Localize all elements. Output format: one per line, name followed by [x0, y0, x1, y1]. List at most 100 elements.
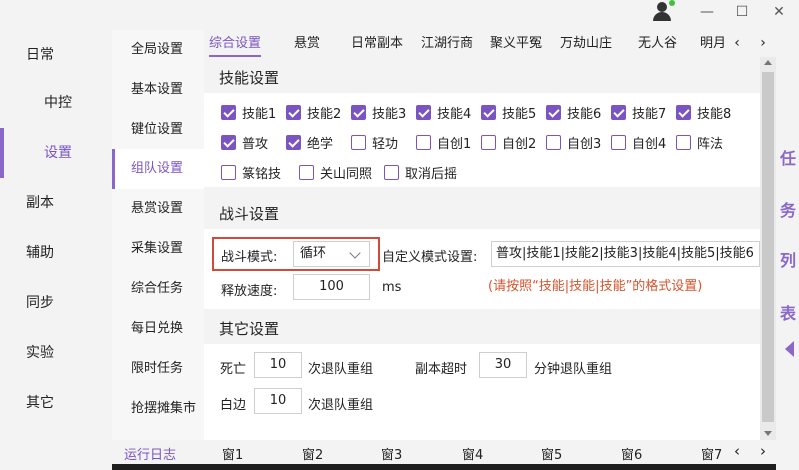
tab-window-7[interactable]: 窗7 — [701, 444, 722, 463]
combat-mode-select[interactable]: 循环 — [293, 241, 370, 267]
skill-checkbox[interactable]: 自创2 — [481, 132, 536, 152]
tab-daily-dungeon[interactable]: 日常副本 — [351, 30, 403, 57]
speed-input[interactable]: 100 — [293, 274, 370, 300]
task-list-toggle[interactable]: 任 务 列 表 — [776, 57, 799, 470]
expand-left-icon[interactable] — [785, 341, 794, 357]
skill-checkbox[interactable]: 阵法 — [676, 132, 723, 152]
skill-checkbox[interactable]: 普攻 — [221, 132, 268, 152]
tab-merchant[interactable]: 江湖行商 — [421, 30, 473, 57]
subnav-team[interactable]: 组队设置 — [112, 149, 204, 189]
nav-settings[interactable]: 设置 — [0, 128, 112, 178]
subnav-basic[interactable]: 基本设置 — [112, 70, 204, 110]
tab-window-6[interactable]: 窗6 — [621, 444, 642, 463]
timeout-input[interactable]: 30 — [479, 352, 527, 378]
tab-bounty[interactable]: 悬赏 — [294, 30, 320, 57]
checkbox-label: 自创3 — [567, 136, 602, 152]
nav-sync[interactable]: 同步 — [0, 278, 112, 328]
white-edge-label: 白边 — [220, 398, 247, 413]
primary-nav: 日常 中控 设置 副本 辅助 同步 实验 其它 — [0, 30, 112, 470]
nav-experiment[interactable]: 实验 — [0, 328, 112, 378]
skill-checkbox[interactable]: 技能3 — [351, 102, 406, 122]
white-edge-input[interactable]: 10 — [254, 388, 302, 414]
skill-checkbox[interactable]: 技能5 — [481, 102, 536, 122]
subnav-combined-task[interactable]: 综合任务 — [112, 269, 204, 309]
nav-assist[interactable]: 辅助 — [0, 228, 112, 278]
custom-mode-input[interactable]: 普攻|技能1|技能2|技能3|技能4|技能5|技能6 — [491, 241, 760, 267]
checkbox-label: 技能5 — [502, 106, 537, 122]
skill-checkbox[interactable]: 自创4 — [611, 132, 666, 152]
skill-checkbox[interactable]: 技能6 — [546, 102, 601, 122]
nav-dungeon[interactable]: 副本 — [0, 178, 112, 228]
skill-checkbox[interactable]: 绝学 — [286, 132, 333, 152]
tab-scroll-left-icon[interactable]: ‹ — [728, 30, 746, 57]
scroll-down-icon[interactable] — [764, 431, 772, 436]
subnav-keys[interactable]: 键位设置 — [112, 110, 204, 150]
subnav-bounty[interactable]: 悬赏设置 — [112, 189, 204, 229]
tab-window-2[interactable]: 窗2 — [302, 444, 323, 463]
scroll-up-icon[interactable] — [764, 60, 772, 65]
tab-window-5[interactable]: 窗5 — [541, 444, 562, 463]
task-list-char: 务 — [780, 201, 797, 220]
tab-window-1[interactable]: 窗1 — [222, 444, 243, 463]
maximize-button[interactable]: ☐ — [727, 0, 757, 24]
other-panel: 死亡 10 次退队重组 副本超时 30 分钟退队重组 白边 10 次退队重组 — [204, 344, 760, 440]
tab-scroll-right-icon[interactable]: › — [754, 30, 772, 57]
subnav-limited-task[interactable]: 限时任务 — [112, 349, 204, 389]
skill-checkbox[interactable]: 技能8 — [676, 102, 731, 122]
checkbox-box — [611, 104, 626, 120]
skill-checkbox[interactable]: 轻功 — [351, 132, 398, 152]
checkbox-box — [299, 164, 314, 180]
main-content: 技能设置 技能1 技能2 技能3 技能4 技能5 技能6 技能7 技能8 普攻 … — [204, 57, 760, 440]
vertical-scrollbar[interactable] — [760, 57, 776, 440]
combat-mode-value: 循环 — [300, 246, 327, 261]
task-list-char: 任 — [780, 149, 797, 168]
checkbox-box — [221, 104, 236, 120]
checkbox-label: 绝学 — [307, 136, 334, 152]
close-button[interactable]: ✕ — [764, 0, 794, 24]
tab-combined-settings[interactable]: 综合设置 — [209, 30, 262, 57]
speed-label: 释放速度: — [221, 284, 278, 299]
nav-control[interactable]: 中控 — [0, 78, 112, 128]
checkbox-label: 自创4 — [632, 136, 667, 152]
log-scroll-right-icon[interactable]: › — [760, 442, 766, 460]
subnav-daily-exchange[interactable]: 每日兑换 — [112, 309, 204, 349]
skill-checkbox[interactable]: 自创3 — [546, 132, 601, 152]
checkbox-box — [481, 104, 496, 120]
subnav-market[interactable]: 抢摆摊集市 — [112, 389, 204, 429]
checkbox-box — [416, 134, 431, 150]
active-indicator — [0, 128, 4, 178]
skill-checkbox[interactable]: 技能7 — [611, 102, 666, 122]
nav-settings-label: 设置 — [44, 145, 72, 161]
checkbox-label: 技能6 — [567, 106, 602, 122]
tab-valley[interactable]: 无人谷 — [638, 30, 677, 57]
tab-window-4[interactable]: 窗4 — [462, 444, 483, 463]
secondary-nav: 全局设置 基本设置 键位设置 组队设置 悬赏设置 采集设置 综合任务 每日兑换 … — [112, 30, 204, 440]
skill-checkbox[interactable]: 自创1 — [416, 132, 471, 152]
minimize-button[interactable]: — — [692, 0, 722, 24]
subnav-gather[interactable]: 采集设置 — [112, 229, 204, 269]
death-label: 死亡 — [220, 362, 247, 377]
death-count-input[interactable]: 10 — [254, 352, 302, 378]
tab-run-log[interactable]: 运行日志 — [124, 444, 176, 463]
checkbox-label: 技能7 — [632, 106, 667, 122]
log-scroll-left-icon[interactable]: ‹ — [734, 442, 740, 460]
user-avatar-icon[interactable] — [650, 0, 675, 22]
skill-checkbox[interactable]: 技能1 — [221, 102, 276, 122]
checkbox-label: 技能8 — [697, 106, 732, 122]
skill-checkbox[interactable]: 关山同照 — [299, 162, 372, 182]
skill-checkbox[interactable]: 取消后摇 — [384, 162, 457, 182]
tab-justice[interactable]: 聚义平冤 — [490, 30, 542, 57]
subnav-global[interactable]: 全局设置 — [112, 30, 204, 70]
tab-villa[interactable]: 万劫山庄 — [560, 30, 612, 57]
nav-other[interactable]: 其它 — [0, 378, 112, 428]
tab-moon[interactable]: 明月 — [700, 30, 728, 57]
checkbox-label: 轻功 — [372, 136, 399, 152]
skill-checkbox[interactable]: 篆铭技 — [221, 162, 281, 182]
skill-checkbox[interactable]: 技能2 — [286, 102, 341, 122]
tab-window-3[interactable]: 窗3 — [381, 444, 402, 463]
skill-checkbox[interactable]: 技能4 — [416, 102, 471, 122]
subnav-team-label: 组队设置 — [131, 161, 184, 176]
speed-unit: ms — [382, 280, 402, 295]
scroll-thumb[interactable] — [762, 72, 774, 422]
nav-daily[interactable]: 日常 — [0, 30, 112, 80]
